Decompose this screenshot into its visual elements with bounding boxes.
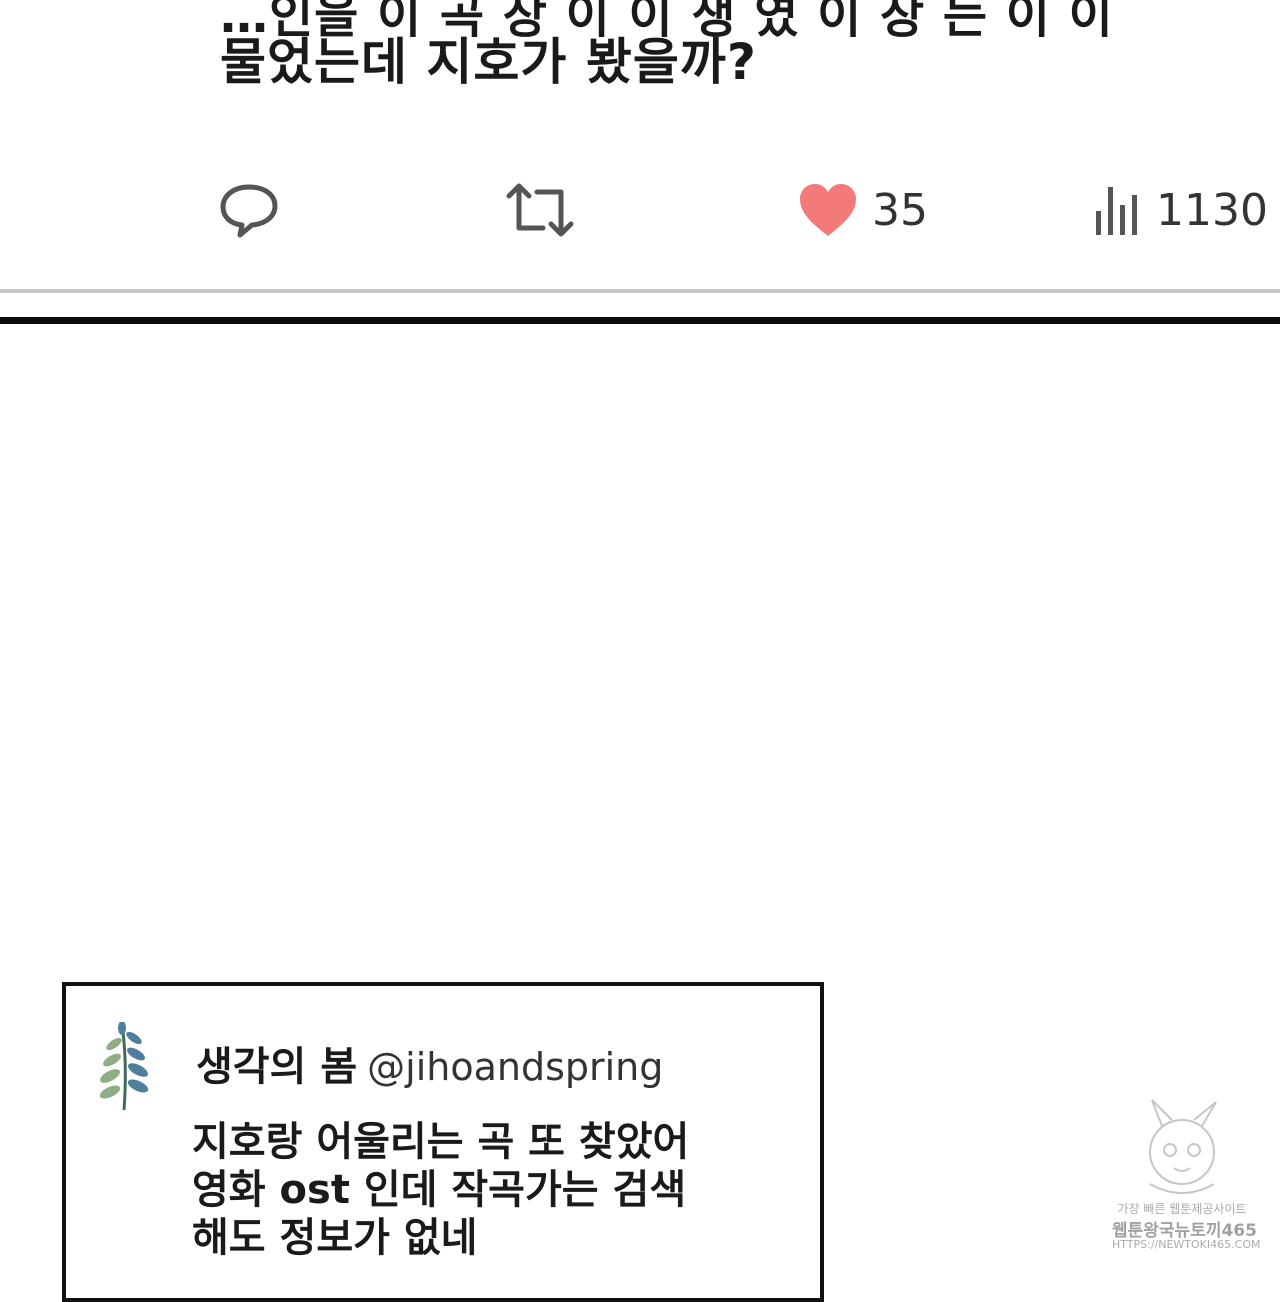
tweet-text-line: 해도 정보가 없네 [192,1215,478,1261]
views-button[interactable]: 1130 [1094,160,1268,260]
tweet-text: 지호랑 어울리는 곡 또 찾았어 영화 ost 인데 작곡가는 검색 해도 정보… [192,1118,689,1262]
watermark: 가장 빠른 웹툰제공사이트 웹툰왕국뉴토끼465 HTTPS://NEWTOKI… [1112,1092,1261,1267]
post-action-bar: 35 1130 [0,160,1280,260]
like-button[interactable]: 35 [798,160,928,260]
leaf-branch-icon [99,1022,149,1111]
heart-icon [800,184,856,236]
tweet-card[interactable]: 생각의 봄 @jihoandspring 지호랑 어울리는 곡 또 찾았어 영화 … [62,982,824,1302]
tweet-text-line: 지호랑 어울리는 곡 또 찾았어 [192,1119,690,1165]
bar-chart-icon [1096,187,1137,235]
retweet-icon [506,183,574,237]
reply-icon [220,184,278,238]
mascot-icon [1149,1099,1217,1194]
reply-button[interactable] [218,160,280,260]
watermark-url: HTTPS://NEWTOKI465.COM [1112,1238,1261,1251]
author-name: 생각의 봄 [196,1044,358,1090]
retweet-button[interactable] [505,160,575,260]
author-handle: @jihoandspring [367,1045,664,1089]
like-count: 35 [872,184,928,236]
view-count: 1130 [1156,184,1268,236]
divider [0,289,1280,293]
tweet-text-line: 영화 ost 인데 작곡가는 검색 [192,1167,687,1213]
post-top-section: …인을 이 곡 장 이 이 생 였 이 장 는 이 이 물었는데 지호가 봤을까… [0,0,1280,320]
tweet-author[interactable]: 생각의 봄 @jihoandspring [196,1034,663,1092]
panel-border [0,317,1280,324]
post-text: 물었는데 지호가 봤을까? [220,33,757,91]
watermark-tagline: 가장 빠른 웹툰제공사이트 [1117,1202,1247,1216]
